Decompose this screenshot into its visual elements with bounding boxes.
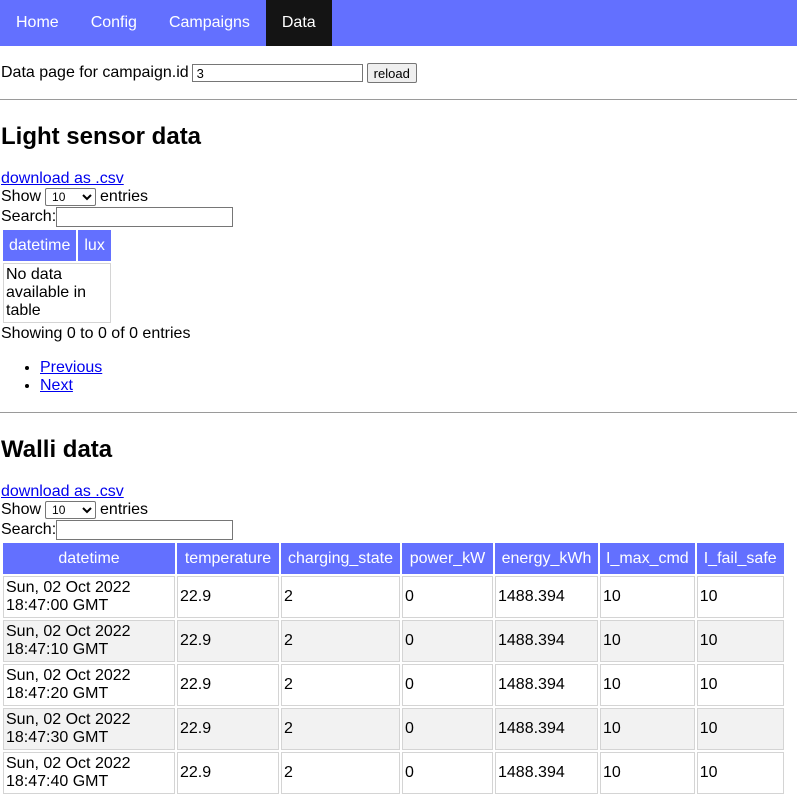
walli-section-title: Walli data — [1, 436, 113, 463]
nav-campaigns[interactable]: Campaigns — [153, 0, 266, 46]
reload-button[interactable]: reload — [366, 63, 417, 83]
light-info: Showing 0 to 0 of 0 entries — [1, 325, 191, 342]
campaign-id-input[interactable] — [191, 64, 363, 82]
light-show-label: Show — [1, 188, 42, 205]
walli-col-datetime[interactable]: datetime — [3, 543, 175, 574]
walli-download-link[interactable]: download as .csv — [1, 483, 124, 500]
top-nav: Home Config Campaigns Data — [0, 0, 797, 46]
light-search-row: Search: — [0, 206, 797, 228]
light-prev-link[interactable]: Previous — [40, 359, 102, 376]
walli-search-row: Search: — [0, 519, 797, 541]
table-row: Sun, 02 Oct 2022 18:47:10 GMT 22.9 2 0 14… — [3, 620, 784, 662]
walli-col-charging-state[interactable]: charging_state — [281, 543, 400, 574]
light-next-link[interactable]: Next — [40, 377, 73, 394]
nav-data[interactable]: Data — [265, 0, 332, 46]
walli-search-input[interactable] — [56, 520, 234, 540]
light-download-link[interactable]: download as .csv — [1, 170, 124, 187]
table-row: Sun, 02 Oct 2022 18:47:30 GMT 22.9 2 0 14… — [3, 708, 784, 750]
walli-col-energy[interactable]: energy_kWh — [495, 543, 598, 574]
light-empty-cell: No data available in table — [3, 263, 111, 323]
light-section-title: Light sensor data — [1, 123, 202, 150]
walli-entries-select[interactable]: 10 — [45, 501, 97, 519]
light-table: datetime lux No data available in table — [1, 228, 113, 325]
light-search-input[interactable] — [56, 207, 234, 227]
light-entries-label: entries — [100, 188, 149, 205]
light-col-datetime[interactable]: datetime — [3, 230, 77, 261]
walli-length-control: Show 10 entries — [0, 501, 797, 519]
walli-search-label: Search: — [1, 521, 57, 538]
table-row: Sun, 02 Oct 2022 18:47:20 GMT 22.9 2 0 14… — [3, 664, 784, 706]
light-search-label: Search: — [1, 208, 57, 225]
campaign-row: Data page for campaign.id reload — [0, 46, 797, 84]
light-length-control: Show 10 entries — [0, 188, 797, 206]
walli-col-imax[interactable]: I_max_cmd — [600, 543, 695, 574]
walli-col-ifailsafe[interactable]: I_fail_safe — [696, 543, 784, 574]
nav-config[interactable]: Config — [75, 0, 153, 46]
walli-entries-label: entries — [100, 501, 149, 518]
walli-col-temperature[interactable]: temperature — [177, 543, 279, 574]
walli-col-power[interactable]: power_kW — [402, 543, 493, 574]
nav-home[interactable]: Home — [0, 0, 75, 46]
campaign-label: Data page for campaign.id — [1, 64, 189, 81]
walli-table: datetime temperature charging_state powe… — [1, 541, 786, 796]
walli-show-label: Show — [1, 501, 42, 518]
table-row: Sun, 02 Oct 2022 18:47:40 GMT 22.9 2 0 14… — [3, 752, 784, 794]
light-pagination: Previous Next — [0, 359, 797, 395]
light-entries-select[interactable]: 10 — [45, 188, 97, 206]
table-row: Sun, 02 Oct 2022 18:47:00 GMT 22.9 2 0 14… — [3, 576, 784, 618]
light-col-lux[interactable]: lux — [78, 230, 111, 261]
